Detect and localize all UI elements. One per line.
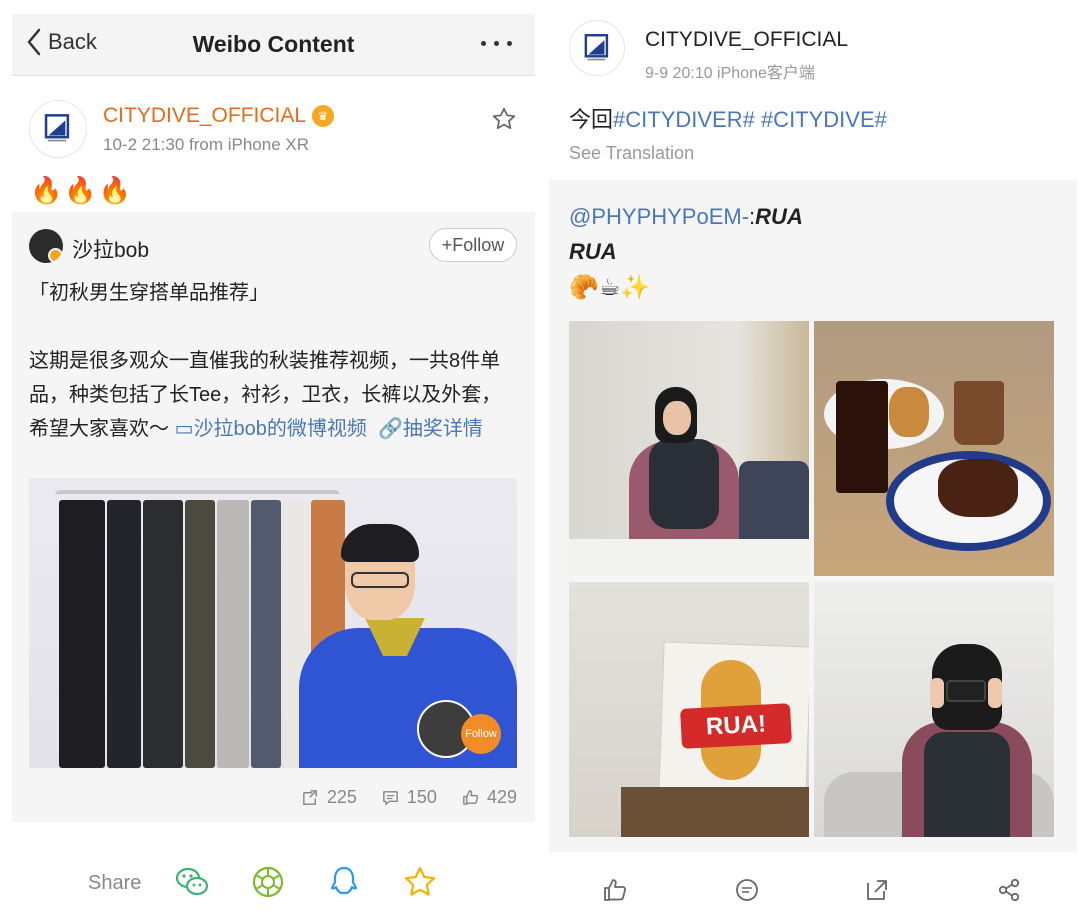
see-translation-link[interactable]: See Translation <box>569 143 694 164</box>
comment-icon[interactable] <box>733 876 761 904</box>
post-content: 🔥🔥🔥 <box>30 175 134 205</box>
follow-button[interactable]: +Follow <box>429 228 517 262</box>
qq-icon[interactable] <box>326 864 362 900</box>
like-icon[interactable] <box>601 876 629 904</box>
wooden-bench <box>621 787 809 837</box>
garment <box>59 500 105 768</box>
verified-badge-icon: ♛ <box>312 105 335 127</box>
wechat-icon[interactable] <box>174 864 210 900</box>
comment-count[interactable]: 150 <box>381 787 437 808</box>
lottery-link[interactable]: 🔗抽奖详情 <box>378 418 483 440</box>
person-hand <box>988 678 1002 708</box>
person-glasses <box>351 572 409 588</box>
lottery-link-label[interactable]: 抽奖详情 <box>403 418 483 440</box>
repost-text: 「初秋男生穿搭单品推荐」 这期是很多观众一直催我的秋装推荐视频，一共8件单品，种… <box>29 276 519 446</box>
table-edge <box>569 539 809 576</box>
garment <box>143 500 183 768</box>
avatar[interactable] <box>569 20 625 76</box>
star-icon[interactable] <box>491 106 517 132</box>
mini-follow-button[interactable]: Follow <box>461 714 501 754</box>
repost-line-2: RUA <box>569 239 617 265</box>
engagement-counts: 225 150 429 <box>301 787 517 808</box>
avatar[interactable] <box>29 100 87 158</box>
page-title: Weibo Content <box>192 31 355 57</box>
mention-link[interactable]: @PHYPHYPoEM- <box>569 204 749 229</box>
photo-2[interactable] <box>814 321 1054 576</box>
share-bar: Share <box>12 852 535 912</box>
garment <box>185 500 215 768</box>
cushion <box>739 461 809 551</box>
person-vest <box>924 732 1010 837</box>
post-meta: 10-2 21:30 from iPhone XR <box>103 135 310 154</box>
favorite-star-icon[interactable] <box>402 864 438 900</box>
post-author-name[interactable]: CITYDIVE_OFFICIAL <box>645 28 848 52</box>
thumbs-up-icon <box>463 790 479 805</box>
photo-3[interactable]: RUA! <box>569 582 809 837</box>
like-count-value: 429 <box>486 787 517 807</box>
citydive-logo-icon <box>44 114 70 142</box>
moments-icon[interactable] <box>250 864 286 900</box>
latte-cup <box>954 381 1004 445</box>
poster-rua-text: RUA! <box>680 703 792 749</box>
video-link-label[interactable]: 沙拉bob的微博视频 <box>193 418 366 440</box>
share-icon[interactable] <box>995 876 1023 904</box>
video-link[interactable]: ▭沙拉bob的微博视频 <box>175 418 367 440</box>
post-author-name[interactable]: CITYDIVE_OFFICIAL <box>103 104 306 128</box>
repost-icon[interactable] <box>863 876 891 904</box>
left-screen: Back Weibo Content CITYDIVE_OFFICIAL ♛ 1… <box>12 14 535 921</box>
comment-icon <box>383 791 398 805</box>
person-hand <box>930 678 944 708</box>
mini-follow[interactable]: Follow <box>417 700 501 758</box>
repost-avatar[interactable] <box>29 229 63 263</box>
hashtags[interactable]: #CITYDIVER# #CITYDIVE# <box>613 107 887 132</box>
post-author[interactable]: CITYDIVE_OFFICIAL ♛ <box>103 104 335 128</box>
repost-card[interactable]: @PHYPHYPoEM-:RUA RUA 🥐☕✨ RUA! <box>549 180 1077 852</box>
nav-bar: Back Weibo Content <box>12 14 535 76</box>
iced-coffee <box>836 381 888 493</box>
garment <box>107 500 141 768</box>
more-options-icon[interactable] <box>481 32 519 54</box>
share-label: Share <box>88 872 142 894</box>
repost-count-value: 225 <box>326 787 357 807</box>
repost-count[interactable]: 225 <box>301 787 357 808</box>
clothes-rack <box>55 490 340 500</box>
repost-author[interactable]: 沙拉bob <box>72 234 149 264</box>
repost-line-1-text: RUA <box>755 204 803 229</box>
garment <box>217 500 249 768</box>
post-text-prefix: 今回 <box>569 107 614 132</box>
photo-4[interactable] <box>814 582 1054 837</box>
repost-line-2-text: RUA <box>569 239 617 264</box>
repost-icon <box>302 790 317 805</box>
repost-title: 「初秋男生穿搭单品推荐」 <box>29 282 269 304</box>
video-thumbnail[interactable]: Follow <box>29 478 517 768</box>
like-count[interactable]: 429 <box>461 787 517 808</box>
photo-1[interactable] <box>569 321 809 576</box>
person-vest <box>649 439 719 529</box>
repost-line-1: @PHYPHYPoEM-:RUA <box>569 204 803 229</box>
repost-card[interactable]: 沙拉bob +Follow 「初秋男生穿搭单品推荐」 这期是很多观众一直催我的秋… <box>12 212 535 822</box>
camera-icon <box>946 680 986 702</box>
repost-emojis: 🥐☕✨ <box>569 274 651 301</box>
comment-count-value: 150 <box>406 787 437 807</box>
post-text: 今回#CITYDIVER# #CITYDIVE# <box>569 102 887 134</box>
citydive-logo-icon <box>584 33 608 61</box>
croissant <box>889 387 929 437</box>
post-meta: 9-9 20:10 iPhone客户端 <box>645 65 815 82</box>
chocolate-pastry <box>938 459 1018 517</box>
person-cap <box>341 524 419 562</box>
right-screen: CITYDIVE_OFFICIAL 9-9 20:10 iPhone客户端 今回… <box>549 0 1077 921</box>
person-face <box>663 401 691 435</box>
action-bar <box>549 862 1077 918</box>
garment <box>251 500 281 768</box>
image-grid: RUA! <box>569 321 1055 837</box>
